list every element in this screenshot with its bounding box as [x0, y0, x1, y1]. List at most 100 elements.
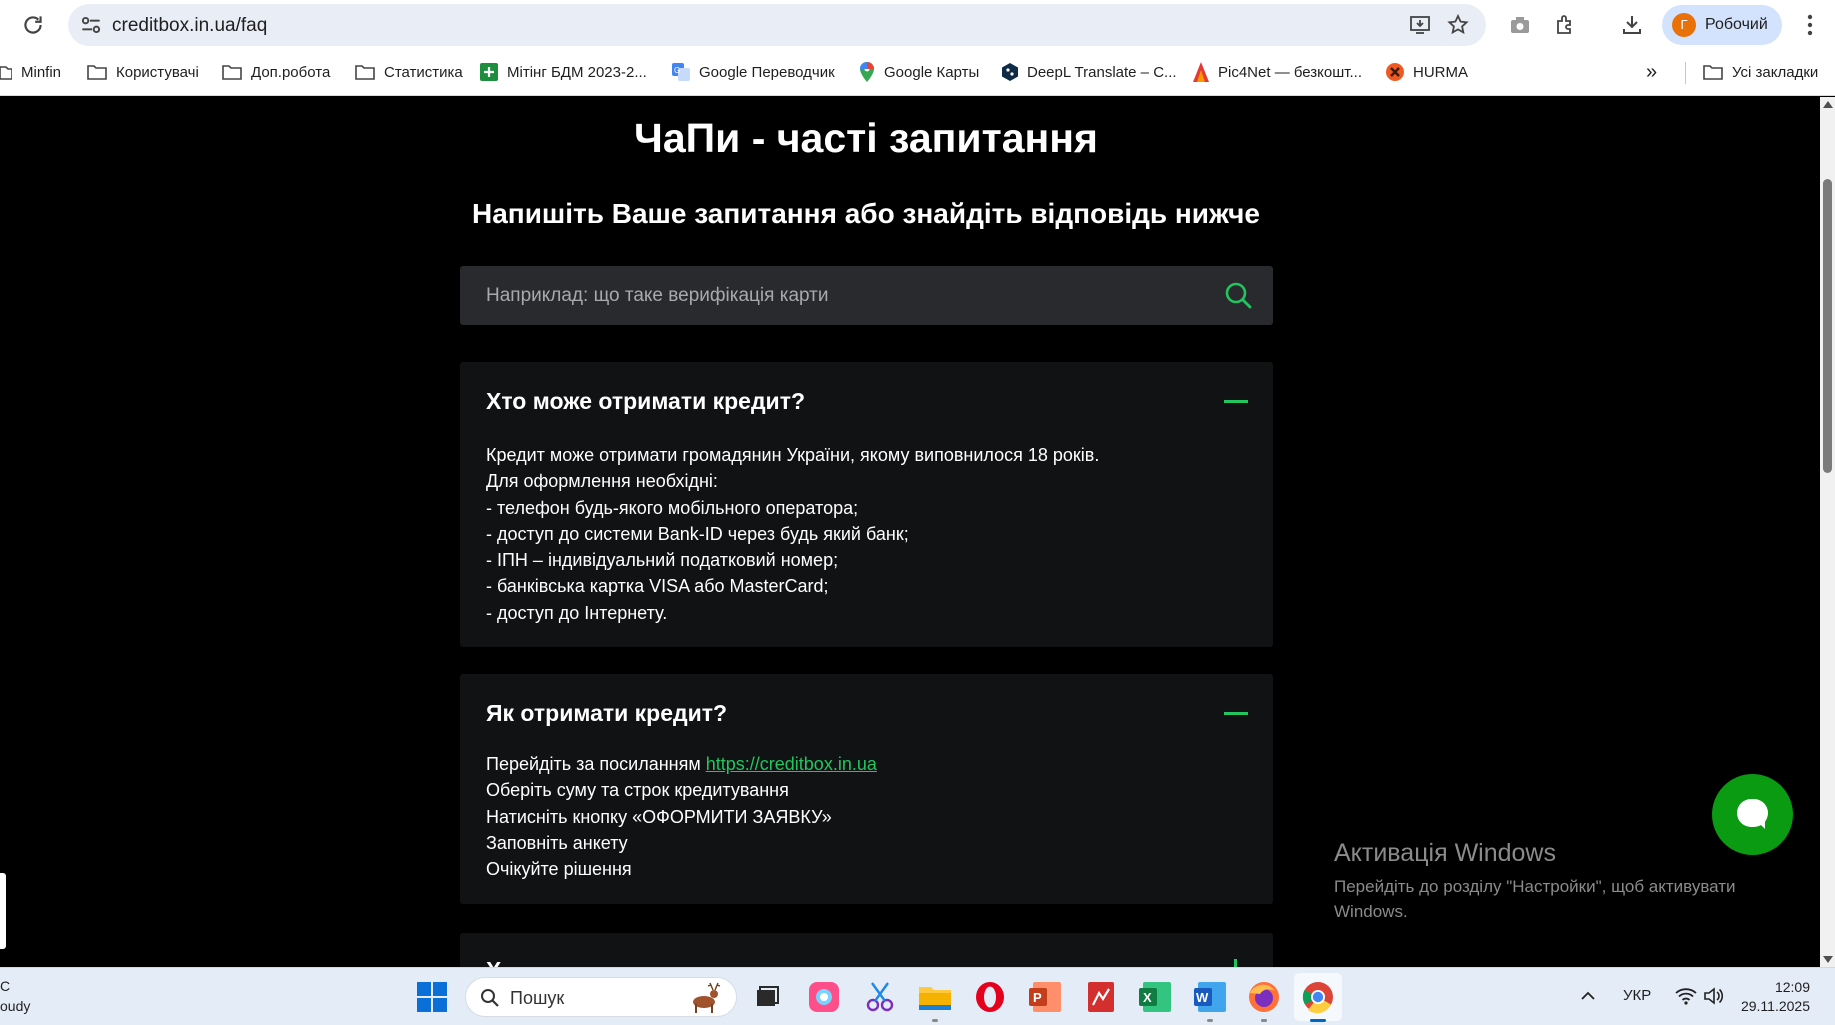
google-sheets-plus-icon	[480, 63, 498, 81]
bookmark-extra-work[interactable]: Доп.робота	[222, 61, 330, 83]
bookmark-label: Доп.робота	[251, 63, 331, 81]
bookmark-label: Google Переводчик	[699, 63, 835, 81]
faq-search-input[interactable]	[486, 266, 1206, 325]
search-icon[interactable]	[1223, 280, 1253, 310]
weather-temp: C	[0, 978, 11, 994]
folder-icon	[1703, 65, 1723, 80]
excel-icon[interactable]: X	[1137, 979, 1173, 1015]
all-bookmarks-button[interactable]: Усі закладки	[1703, 61, 1818, 83]
download-icon[interactable]	[1620, 13, 1644, 37]
extensions-icon[interactable]	[1553, 13, 1577, 37]
url-text[interactable]: creditbox.in.ua/faq	[112, 15, 267, 37]
page-content: ЧаПи - часті запитання Напишіть Ваше зап…	[0, 97, 1820, 967]
clock-time: 12:09	[1774, 979, 1810, 995]
watermark-text: Перейдіть до розділу "Настройки", щоб ак…	[1334, 877, 1736, 921]
faq-item: Х	[460, 933, 1273, 967]
bookmark-google-maps[interactable]: Google Карты	[859, 61, 979, 83]
watermark-title: Активація Windows	[1334, 839, 1556, 867]
running-indicator	[1261, 1019, 1267, 1022]
bookmark-label: Статистика	[384, 63, 463, 81]
opera-browser-icon[interactable]	[972, 979, 1008, 1015]
answer-line: - телефон будь-якого мобільного оператор…	[486, 497, 859, 518]
answer-line: - банківська картка VISA або MasterCard;	[486, 576, 829, 597]
faq-question[interactable]: Як отримати кредит?	[486, 700, 727, 727]
svg-text:X: X	[1143, 990, 1152, 1005]
side-widget-tab[interactable]	[0, 873, 6, 949]
faq-item: Хто може отримати кредит? Кредит може от…	[460, 362, 1273, 647]
creditbox-link[interactable]: https://creditbox.in.ua	[706, 754, 877, 774]
folder-icon	[222, 65, 242, 80]
faq-question[interactable]: Х	[486, 957, 501, 967]
powerpoint-icon[interactable]: P	[1027, 979, 1063, 1015]
bookmark-statistics[interactable]: Статистика	[355, 61, 463, 83]
answer-line: Для оформлення необхідні:	[486, 471, 718, 492]
scroll-up-arrow-icon[interactable]	[1823, 101, 1833, 108]
camera-icon[interactable]	[1508, 13, 1532, 37]
wifi-icon[interactable]	[1675, 986, 1697, 1006]
search-icon	[481, 989, 499, 1007]
taskbar-search[interactable]: Пошук	[465, 977, 737, 1017]
flame-icon	[1193, 62, 1209, 82]
bookmark-deepl[interactable]: DeepL Translate – C...	[1002, 61, 1177, 83]
answer-line: Очікуйте рішення	[486, 859, 632, 880]
answer-line: - ІПН – індивідуальний податковий номер;	[486, 550, 839, 571]
firefox-icon[interactable]	[1246, 979, 1282, 1015]
deepl-icon	[1002, 63, 1018, 81]
system-clock[interactable]: 12:09 29.11.2025	[1730, 978, 1810, 1016]
bookmark-label: DeepL Translate – C...	[1027, 63, 1177, 81]
volume-icon[interactable]	[1703, 986, 1725, 1006]
windows-activation-watermark: Активація Windows Перейдіть до розділу "…	[1334, 839, 1774, 924]
photos-app-icon[interactable]	[806, 979, 842, 1015]
file-explorer-icon[interactable]	[917, 979, 953, 1015]
bookmark-hurma[interactable]: HURMA	[1386, 61, 1468, 83]
language-indicator[interactable]: УКР	[1623, 987, 1651, 1004]
weather-condition: oudy	[0, 998, 31, 1014]
scroll-down-arrow-icon[interactable]	[1823, 956, 1833, 963]
windows-start-icon[interactable]	[416, 981, 448, 1013]
bookmark-pic4net[interactable]: Pic4Net — безкошт...	[1193, 61, 1362, 83]
avatar: Г	[1672, 13, 1696, 37]
svg-text:P: P	[1033, 990, 1042, 1005]
chrome-browser-icon[interactable]	[1300, 979, 1336, 1015]
deer-search-highlight-icon	[693, 982, 721, 1013]
bookmarks-overflow-button[interactable]: »	[1646, 61, 1657, 83]
chat-button[interactable]	[1712, 774, 1793, 855]
profile-label: Робочий	[1705, 16, 1768, 33]
bookmark-users[interactable]: Користувачі	[87, 61, 199, 83]
bookmark-label: Google Карты	[884, 63, 980, 81]
map-pin-icon	[860, 62, 874, 82]
task-view-icon[interactable]	[749, 979, 785, 1015]
page-scrollbar[interactable]	[1820, 97, 1835, 967]
scrollbar-thumb[interactable]	[1823, 179, 1832, 473]
faq-item: Як отримати кредит? Перейдіть за посилан…	[460, 674, 1273, 904]
bookmark-star-icon[interactable]	[1446, 13, 1470, 37]
reload-icon[interactable]	[20, 12, 46, 38]
answer-line: - доступ до Інтернету.	[486, 602, 668, 623]
answer-line: Перейдіть за посиланням https://creditbo…	[486, 751, 877, 777]
collapse-minus-icon[interactable]	[1224, 400, 1248, 403]
weather-widget[interactable]: C oudy	[0, 976, 30, 1016]
address-bar[interactable]: creditbox.in.ua/faq	[68, 4, 1486, 46]
page-title: ЧаПи - часті запитання	[634, 115, 1098, 161]
pdf-reader-icon[interactable]	[1083, 979, 1119, 1015]
chat-bubble-icon	[1737, 799, 1768, 829]
site-info-icon[interactable]	[78, 12, 104, 38]
clock-date: 29.11.2025	[1740, 998, 1810, 1014]
bookmark-meeting[interactable]: Мітінг БДМ 2023-2...	[480, 61, 647, 83]
bookmark-label: Minfin	[21, 63, 62, 81]
profile-button[interactable]: Г Робочий	[1662, 5, 1782, 45]
collapse-minus-icon[interactable]	[1224, 712, 1248, 715]
install-app-icon[interactable]	[1408, 13, 1432, 37]
chevron-up-icon[interactable]	[1580, 989, 1596, 1003]
bookmark-google-translate[interactable]: G Google Переводчик	[672, 61, 835, 83]
snipping-tool-icon[interactable]	[862, 979, 898, 1015]
bookmark-minfin[interactable]: Minfin	[0, 61, 61, 83]
bookmarks-bar: Minfin Користувачі Доп.робота Статистика…	[0, 50, 1835, 96]
faq-question[interactable]: Хто може отримати кредит?	[486, 388, 805, 415]
hurma-icon	[1386, 63, 1404, 81]
taskbar-search-placeholder: Пошук	[510, 988, 565, 1008]
kebab-menu-icon[interactable]	[1800, 12, 1820, 38]
answer-line: Оберіть суму та строк кредитування	[486, 780, 789, 801]
faq-search	[460, 266, 1273, 325]
word-icon[interactable]: W	[1192, 979, 1228, 1015]
